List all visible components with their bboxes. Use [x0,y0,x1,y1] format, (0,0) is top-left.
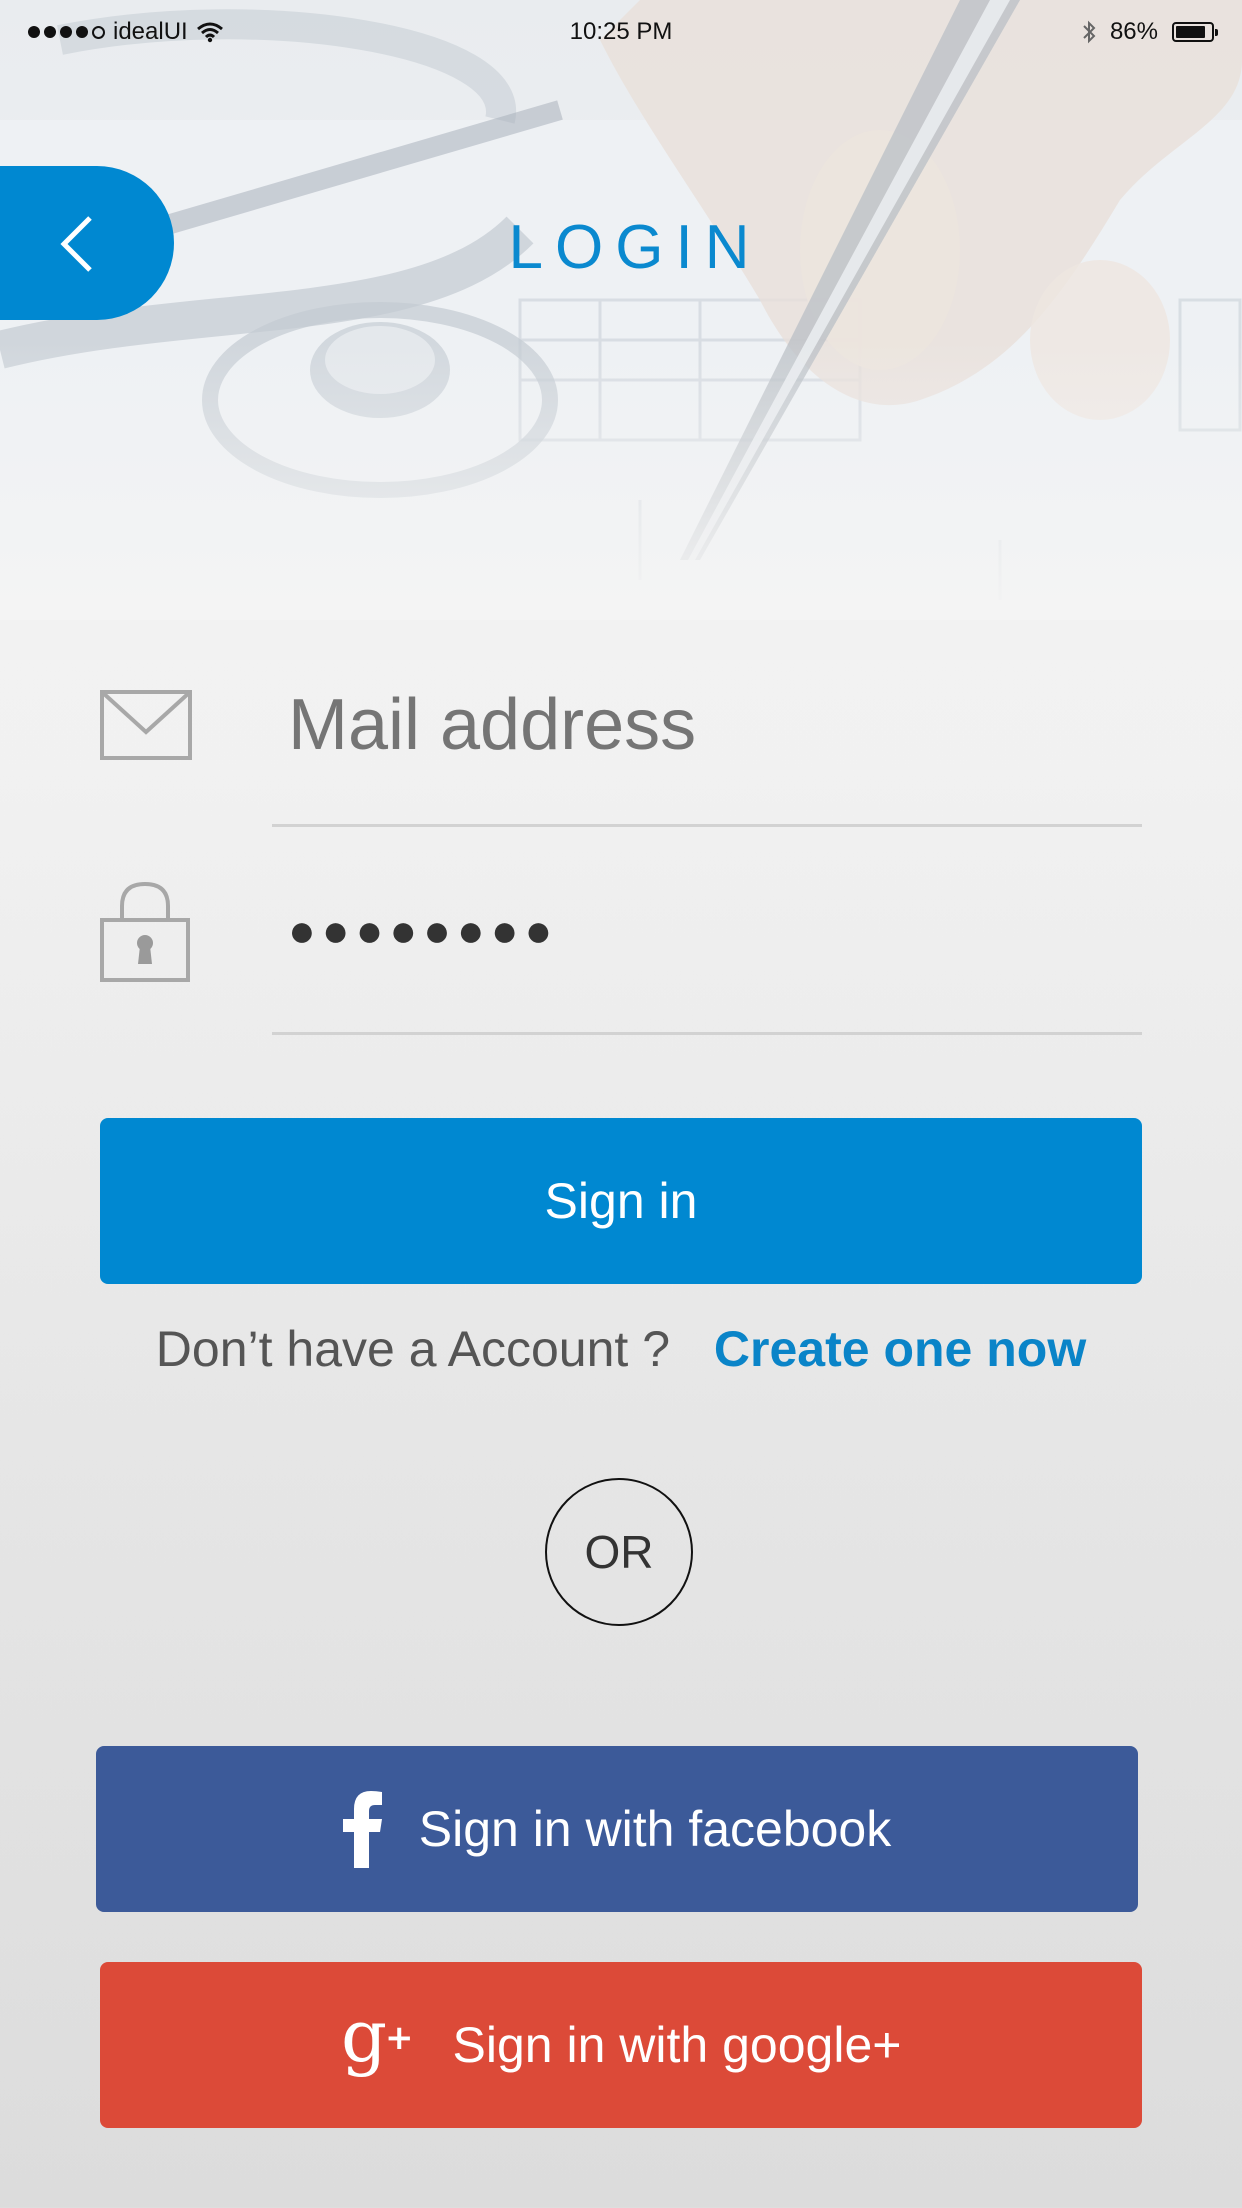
hero-fade-overlay [0,0,1242,620]
page-title: LOGIN [508,213,762,282]
signup-prompt-text: Don’t have a Account ? [155,1321,671,1377]
password-underline [272,1032,1142,1035]
battery-icon [1172,22,1218,42]
facebook-button-label: Sign in with facebook [418,1801,892,1857]
google-button-label: Sign in with google+ [452,2017,902,2073]
password-input[interactable] [272,880,1142,980]
battery-level-fill [1176,26,1206,38]
facebook-icon [342,1790,383,1868]
status-right: 86% [1082,18,1218,46]
sign-in-button[interactable]: Sign in [100,1118,1142,1284]
mail-icon [100,690,192,760]
google-plus-icon: g + [341,2005,417,2085]
svg-text:g: g [341,2005,387,2078]
google-plus-sign-in-button[interactable]: g + Sign in with google+ [100,1962,1142,2128]
svg-text:+: + [385,2018,414,2058]
header-background-image [0,0,1242,620]
battery-percent: 86% [1109,18,1158,45]
bluetooth-icon [1083,20,1096,44]
email-input[interactable] [272,670,1142,780]
lock-icon [100,881,190,982]
create-account-link[interactable]: Create one now [714,1321,1086,1377]
status-time: 10:25 PM [569,18,673,45]
status-bar: idealUI 10:25 PM 86% [0,0,1242,64]
or-divider: OR [545,1478,693,1626]
email-underline [272,824,1142,827]
signup-prompt-line: Don’t have a Account ? Create one now [0,1320,1242,1378]
facebook-sign-in-button[interactable]: Sign in with facebook [96,1746,1138,1912]
